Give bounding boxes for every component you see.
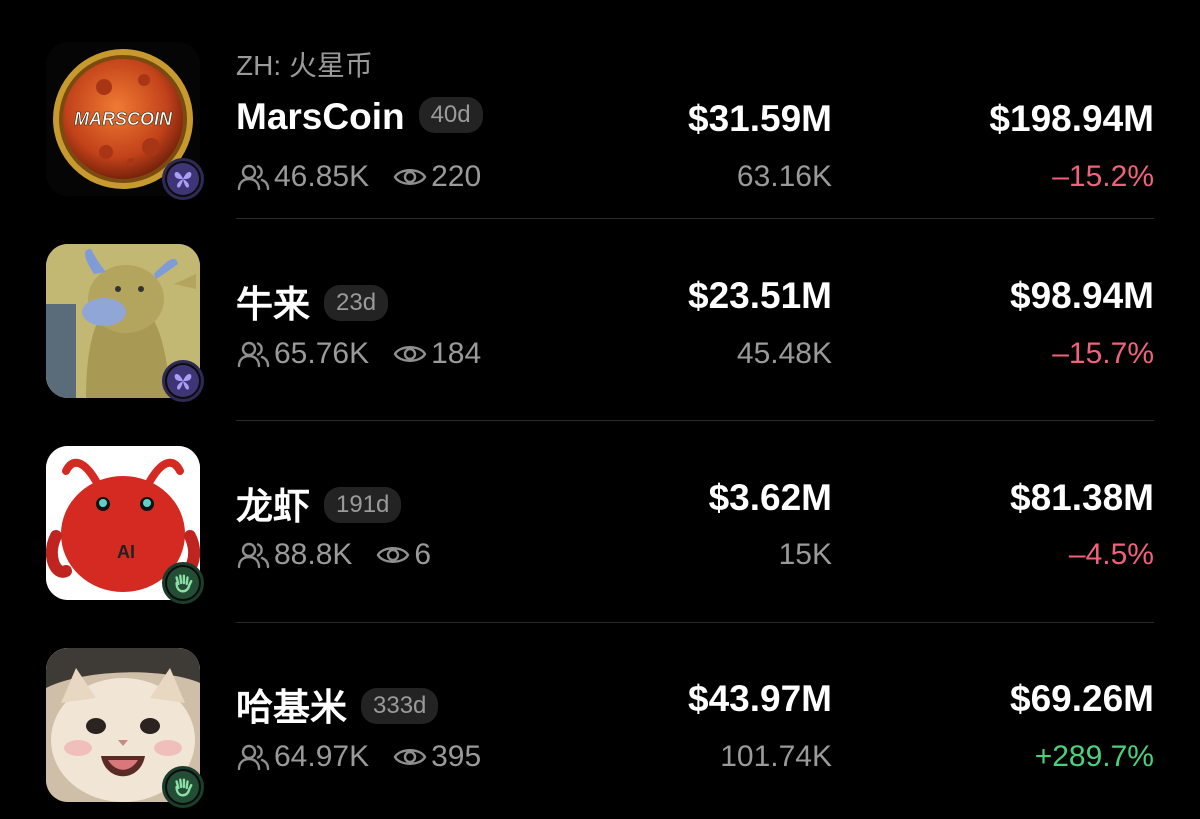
token-market-cap: $198.94M: [989, 98, 1154, 139]
token-age-badge: 40d: [418, 97, 483, 134]
users-icon: [236, 540, 270, 570]
butterfly-icon: [172, 370, 194, 392]
wave-hand-icon: [172, 776, 194, 798]
token-price: $3.62M: [708, 477, 832, 518]
eye-icon: [393, 742, 427, 772]
token-age-badge: 333d: [361, 688, 439, 725]
token-name-line: 牛来 23d: [236, 274, 389, 328]
eye-icon: [393, 339, 427, 369]
token-name: 龙虾: [236, 486, 310, 527]
users-icon: [236, 339, 270, 369]
row-divider: [236, 622, 1154, 623]
token-change: –15.7%: [1052, 337, 1154, 370]
platform-badge: [162, 360, 204, 402]
token-subtitle: ZH: 火星币: [236, 50, 373, 81]
token-name: MarsCoin: [236, 96, 405, 137]
token-age-badge: 191d: [324, 487, 402, 524]
token-price: $31.59M: [688, 98, 832, 139]
eye-icon: [376, 540, 410, 570]
token-market-cap: $81.38M: [1010, 477, 1154, 518]
token-price: $43.97M: [688, 678, 832, 719]
token-volume: 101.74K: [720, 740, 832, 773]
butterfly-icon: [172, 168, 194, 190]
platform-badge: [162, 766, 204, 808]
token-change: +289.7%: [1034, 740, 1154, 773]
users-icon: [236, 162, 270, 192]
token-volume: 63.16K: [736, 160, 832, 193]
wave-hand-icon: [172, 572, 194, 594]
views-count: 6: [414, 538, 432, 571]
token-name: 哈基米: [236, 687, 347, 728]
token-stats: 88.8K 6: [236, 538, 431, 572]
token-volume: 15K: [778, 538, 832, 571]
row-divider: [236, 218, 1154, 219]
holders-count: 88.8K: [274, 538, 353, 571]
token-stats: 64.97K 395: [236, 740, 481, 774]
token-stats: 46.85K 220: [236, 160, 481, 194]
token-name-line: 龙虾 191d: [236, 476, 402, 530]
platform-badge: [162, 158, 204, 200]
row-divider: [236, 420, 1154, 421]
holders-count: 64.97K: [274, 740, 370, 773]
ai-logo-text: AI: [117, 542, 135, 562]
token-price: $23.51M: [688, 275, 832, 316]
holders-count: 65.76K: [274, 337, 370, 370]
token-market-cap: $69.26M: [1010, 678, 1154, 719]
platform-badge: [162, 562, 204, 604]
token-volume: 45.48K: [736, 337, 832, 370]
views-count: 220: [431, 160, 482, 193]
holders-count: 46.85K: [274, 160, 370, 193]
token-stats: 65.76K 184: [236, 337, 481, 371]
token-name-line: 哈基米 333d: [236, 677, 439, 731]
token-name-line: MarsCoin 40d: [236, 96, 483, 138]
views-count: 395: [431, 740, 482, 773]
token-change: –15.2%: [1052, 160, 1154, 193]
token-age-badge: 23d: [324, 285, 389, 322]
token-change: –4.5%: [1068, 538, 1154, 571]
token-market-cap: $98.94M: [1010, 275, 1154, 316]
token-name: 牛来: [236, 284, 310, 325]
views-count: 184: [431, 337, 482, 370]
eye-icon: [393, 162, 427, 192]
users-icon: [236, 742, 270, 772]
marscoin-logo-text: MARSCOIN: [74, 109, 173, 129]
